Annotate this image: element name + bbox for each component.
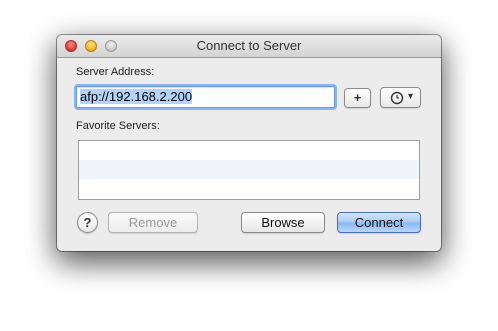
title-bar[interactable]: Connect to Server (57, 35, 441, 58)
connect-button[interactable]: Connect (337, 212, 421, 233)
browse-button[interactable]: Browse (241, 212, 325, 233)
server-address-input[interactable]: afp://192.168.2.200 (76, 86, 335, 108)
clock-icon (390, 91, 404, 105)
list-item (79, 179, 419, 198)
favorite-servers-list[interactable] (78, 140, 420, 200)
add-favorite-button[interactable]: + (344, 88, 371, 108)
server-address-value: afp://192.168.2.200 (80, 89, 193, 104)
help-button[interactable]: ? (77, 212, 98, 233)
dialog: Connect to Server Server Address: afp://… (0, 0, 498, 331)
recent-servers-button[interactable]: ▾ (380, 87, 421, 108)
chevron-down-icon: ▾ (408, 91, 414, 102)
window-title: Connect to Server (196, 38, 302, 53)
list-item (79, 141, 419, 160)
favorite-servers-label: Favorite Servers: (76, 120, 160, 132)
list-item (79, 160, 419, 179)
remove-button[interactable]: Remove (108, 212, 198, 233)
server-address-label: Server Address: (76, 66, 155, 78)
